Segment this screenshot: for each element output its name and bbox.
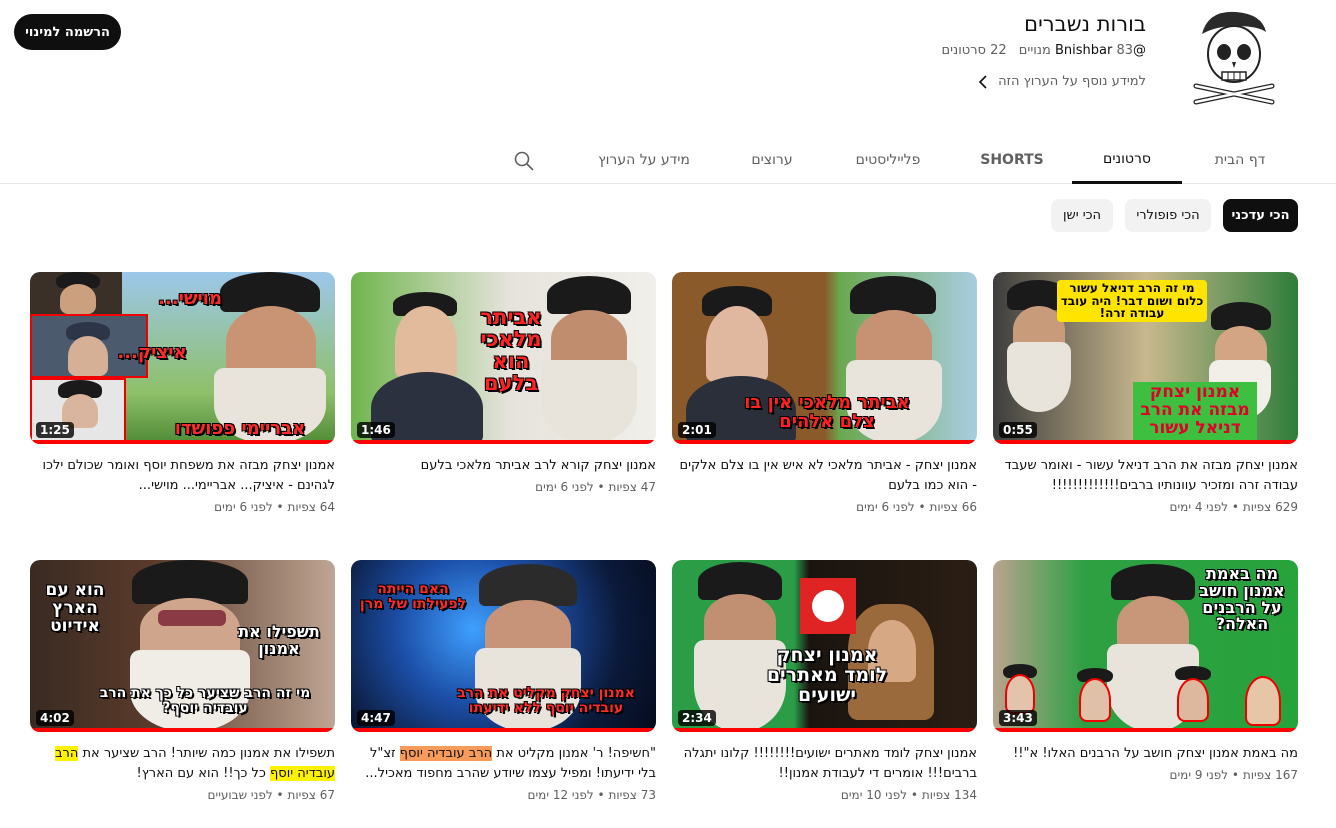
thumbnail-text: איציק... xyxy=(117,342,187,363)
chip-latest[interactable]: הכי עדכני xyxy=(1223,199,1298,232)
video-thumbnail[interactable]: אמנון יצחק לומד מאתרים ישועים 2:34 xyxy=(672,560,977,732)
thumbnail-text: אמנון יצחק מבזה את הרב דניאל עשור xyxy=(1140,382,1250,438)
video-title[interactable]: אמנון יצחק - אביתר מלאכי לא איש אין בו צ… xyxy=(672,456,978,496)
video-thumbnail[interactable]: אביתר מלאכי הוא בלעם 1:46 xyxy=(351,272,656,444)
video-thumbnail[interactable]: מוישי... איציק... אבריימי פפושדו 1:25 xyxy=(30,272,335,444)
thumbnail-text: מי זה הרב שציער כל כך את הרב עובדיה יוסף… xyxy=(99,685,311,716)
thumbnail-text: אמנון יצחק מקליט את הרב עובדיה יוסף ללא … xyxy=(457,685,635,716)
video-meta: 66 צפיות • לפני 6 ימים xyxy=(856,500,977,514)
video-title[interactable]: אמנון יצחק לומד מאתרים ישועים!!!!!!!! קל… xyxy=(672,744,977,784)
video-thumbnail[interactable]: הוא עם הארץ אידיוט תשפילו את אמנון מי זה… xyxy=(30,560,335,732)
video-thumbnail[interactable]: מה באמת אמנון חושב על הרבנים האלה? 3:43 xyxy=(993,560,1298,732)
thumbnail-text: תשפילו את אמנון xyxy=(238,622,320,658)
video-meta: 134 צפיות • לפני 10 ימים xyxy=(840,788,977,802)
video-card[interactable]: אביתר מלאכי אין בו צלם אלהים 2:01 אמנון … xyxy=(672,272,977,514)
video-duration: 2:01 xyxy=(678,422,716,438)
video-thumbnail[interactable]: אביתר מלאכי אין בו צלם אלהים 2:01 xyxy=(672,272,977,444)
thumbnail-text: אביתר מלאכי הוא בלעם xyxy=(480,305,542,396)
chip-oldest[interactable]: הכי ישן xyxy=(1051,199,1113,232)
video-meta: 47 צפיות • לפני 6 ימים xyxy=(535,480,656,494)
video-duration: 3:43 xyxy=(999,710,1037,726)
video-duration: 2:34 xyxy=(678,710,716,726)
tab-videos[interactable]: סרטונים xyxy=(1072,136,1182,184)
video-card[interactable]: מה באמת אמנון חושב על הרבנים האלה? 3:43 … xyxy=(993,560,1298,782)
video-title[interactable]: מה באמת אמנון יצחק חושב על הרבנים האלו! … xyxy=(993,744,1298,764)
tab-channels[interactable]: ערוצים xyxy=(734,136,810,184)
video-card[interactable]: אמנון יצחק לומד מאתרים ישועים 2:34 אמנון… xyxy=(672,560,977,802)
video-duration: 4:02 xyxy=(36,710,74,726)
video-duration: 0:55 xyxy=(999,422,1037,438)
video-count: 22 סרטונים xyxy=(941,43,1007,58)
chip-popular[interactable]: הכי פופולרי xyxy=(1125,199,1211,232)
video-title[interactable]: אמנון יצחק קורא לרב אביתר מלאכי בלעם xyxy=(351,456,656,476)
video-card[interactable]: האם הייתה לפעילתו של מרן אמנון יצחק מקלי… xyxy=(351,560,656,802)
subscribe-button[interactable]: הרשמה למינוי xyxy=(14,14,121,50)
video-duration: 1:25 xyxy=(36,422,74,438)
more-info-label: למידע נוסף על הערוץ הזה xyxy=(998,74,1146,89)
thumbnail-text: האם הייתה לפעילתו של מרן xyxy=(359,581,467,612)
channel-handle: @Bnishbar xyxy=(1054,43,1146,58)
video-duration: 1:46 xyxy=(357,422,395,438)
channel-meta: @Bnishbar 83 מנויים 22 סרטונים xyxy=(933,43,1146,58)
video-thumbnail[interactable]: מי זה הרב דניאל עשור כלום ושום דבר! היה … xyxy=(993,272,1298,444)
thumbnail-text: מה באמת אמנון חושב על הרבנים האלה? xyxy=(1199,564,1285,634)
chevron-left-icon xyxy=(978,74,987,89)
video-meta: 167 צפיות • לפני 9 ימים xyxy=(1169,768,1298,782)
tab-about[interactable]: מידע על הערוץ xyxy=(584,136,704,184)
video-card[interactable]: אביתר מלאכי הוא בלעם 1:46 אמנון יצחק קור… xyxy=(351,272,656,494)
video-title[interactable]: אמנון יצחק מבזה את הרב דניאל עשור - ואומ… xyxy=(993,456,1298,496)
video-card[interactable]: מי זה הרב דניאל עשור כלום ושום דבר! היה … xyxy=(993,272,1298,514)
video-duration: 4:47 xyxy=(357,710,395,726)
thumbnail-text: אביתר מלאכי אין בו צלם אלהים xyxy=(744,392,910,432)
video-title[interactable]: תשפילו את אמנון כמה שיותר! הרב שציער את … xyxy=(30,744,335,784)
tab-shorts[interactable]: SHORTS xyxy=(964,136,1060,184)
tab-playlists[interactable]: פלייליסטים xyxy=(838,136,938,184)
search-icon[interactable] xyxy=(512,149,536,173)
channel-tabs: דף הבית סרטונים SHORTS פלייליסטים ערוצים… xyxy=(0,136,1336,184)
thumbnail-text: מי זה הרב דניאל עשור כלום ושום דבר! היה … xyxy=(1060,281,1204,321)
thumbnail-text: מוישי... xyxy=(158,288,222,309)
channel-avatar xyxy=(1193,11,1275,105)
thumbnail-text: הוא עם הארץ אידיוט xyxy=(45,580,105,636)
video-card[interactable]: מוישי... איציק... אבריימי פפושדו 1:25 אמ… xyxy=(30,272,335,514)
channel-name: בורות נשברים xyxy=(1024,12,1146,36)
video-title[interactable]: אמנון יצחק מבזה את משפחת יוסף ואומר שכול… xyxy=(30,456,335,496)
video-meta: 73 צפיות • לפני 12 ימים xyxy=(527,788,656,802)
video-meta: 64 צפיות • לפני 6 ימים xyxy=(214,500,335,514)
thumbnail-text: אמנון יצחק לומד מאתרים ישועים xyxy=(766,644,888,706)
channel-more-info-link[interactable]: למידע נוסף על הערוץ הזה xyxy=(978,74,1146,89)
thumbnail-text: אבריימי פפושדו xyxy=(174,418,306,439)
video-meta: 629 צפיות • לפני 4 ימים xyxy=(1169,500,1298,514)
video-meta: 67 צפיות • לפני שבועיים xyxy=(207,788,335,802)
video-card[interactable]: הוא עם הארץ אידיוט תשפילו את אמנון מי זה… xyxy=(30,560,335,802)
tab-home[interactable]: דף הבית xyxy=(1196,136,1284,184)
video-thumbnail[interactable]: האם הייתה לפעילתו של מרן אמנון יצחק מקלי… xyxy=(351,560,656,732)
video-title[interactable]: "חשיפה! ר' אמנון מקליט את הרב עובדיה יוס… xyxy=(351,744,656,784)
